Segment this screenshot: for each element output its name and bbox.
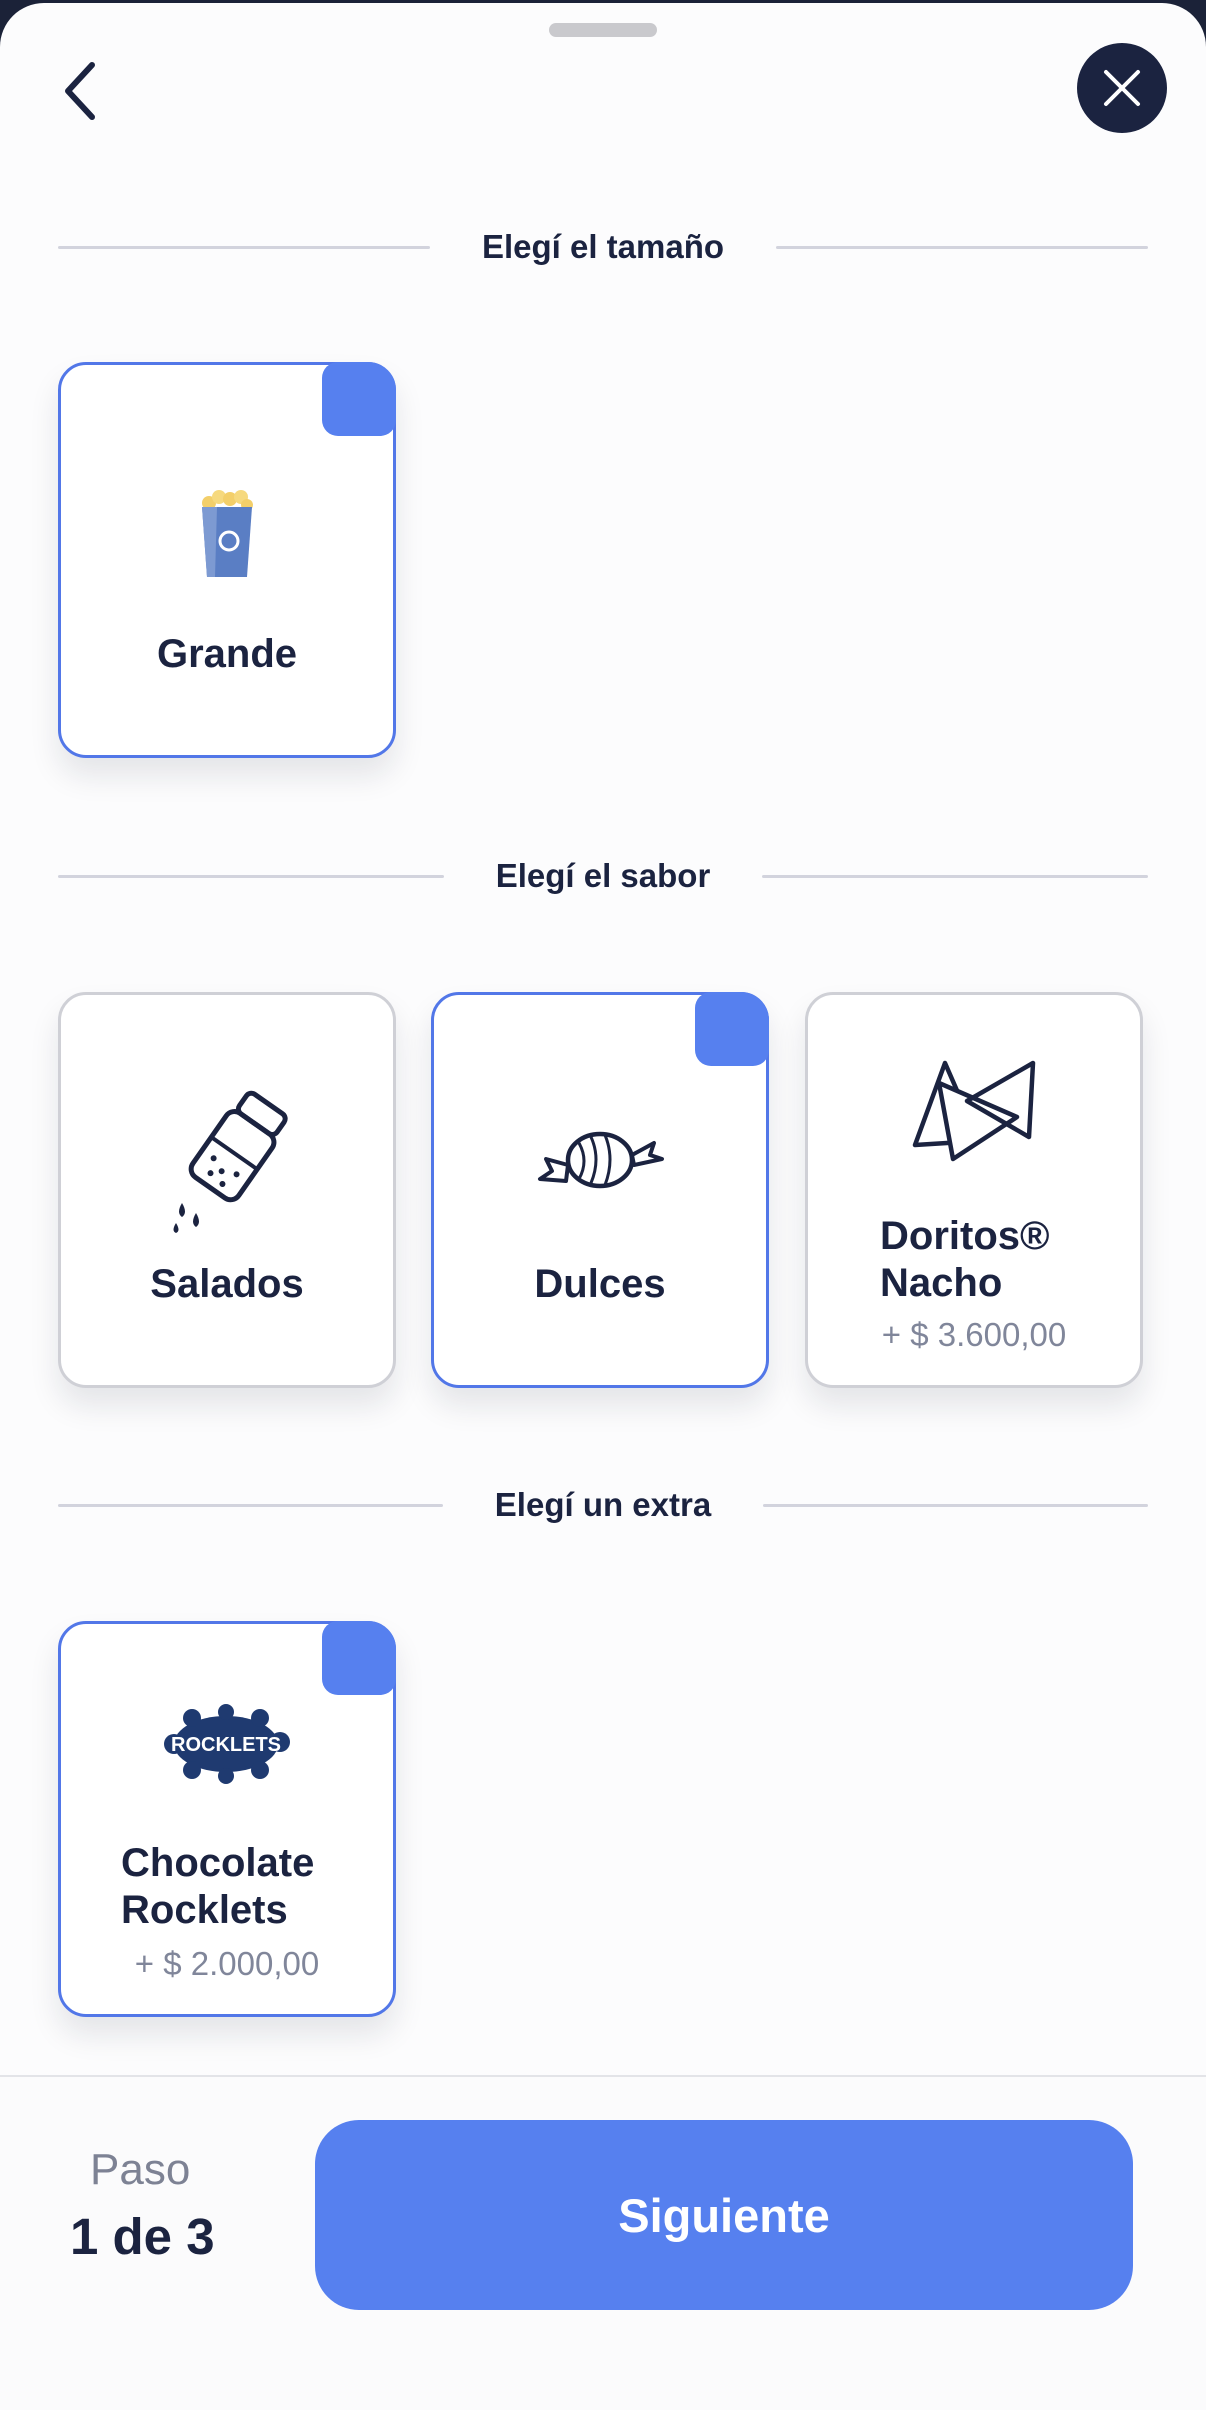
option-label: Doritos® Nacho [880, 1214, 1050, 1305]
rocklets-logo-text: ROCKLETS [171, 1734, 281, 1756]
option-label: Salados [150, 1262, 304, 1306]
next-button[interactable]: Siguiente [315, 2120, 1133, 2310]
candy-icon [538, 1131, 664, 1189]
option-label: Dulces [534, 1262, 666, 1306]
size-section-title: Elegí el tamaño [481, 228, 725, 265]
extra-section-header: Elegí un extra [58, 1485, 1148, 1525]
flavor-section-header: Elegí el sabor [58, 856, 1148, 896]
selected-indicator [322, 1621, 396, 1695]
option-label: Grande [156, 632, 298, 676]
divider [58, 874, 444, 878]
flavor-option-salados[interactable]: Salados [58, 992, 396, 1388]
extra-section-title: Elegí un extra [494, 1486, 712, 1523]
rocklets-logo: ROCKLETS [164, 1704, 290, 1784]
option-price: + $ 3.600,00 [881, 1316, 1067, 1353]
back-button[interactable] [50, 55, 110, 127]
step-label: Paso [90, 2145, 191, 2194]
divider [58, 1503, 443, 1507]
option-price: + $ 2.000,00 [134, 1945, 320, 1982]
divider [776, 245, 1149, 249]
popcorn-bag-icon [202, 490, 253, 577]
bottom-sheet: Elegí el tamaño Grande Elegí el sabor Sa… [0, 3, 1206, 2410]
option-label: Chocolate Rocklets [121, 1841, 315, 1932]
chevron-left-icon [65, 62, 95, 120]
divider [762, 874, 1148, 878]
flavor-section-title: Elegí el sabor [495, 857, 711, 894]
salt-shaker-icon [173, 1090, 288, 1233]
divider [763, 1503, 1148, 1507]
sheet-grabber[interactable] [549, 23, 657, 37]
close-button[interactable] [1077, 43, 1167, 133]
footer-bar: Paso 1 de 3 Siguiente [0, 2075, 1206, 2410]
divider [58, 245, 430, 249]
size-section-header: Elegí el tamaño [58, 227, 1149, 267]
close-icon [1104, 70, 1140, 106]
flavor-option-doritos-nacho[interactable]: Doritos® Nacho + $ 3.600,00 [805, 992, 1143, 1388]
nacho-chips-icon [912, 1060, 1036, 1162]
step-value: 1 de 3 [70, 2208, 215, 2265]
flavor-option-dulces[interactable]: Dulces [431, 992, 769, 1388]
size-option-grande[interactable]: Grande [58, 362, 396, 758]
selected-indicator [695, 992, 769, 1066]
extra-option-rocklets[interactable]: ROCKLETS Chocolate Rocklets + $ 2.000,00 [58, 1621, 396, 2017]
selected-indicator [322, 362, 396, 436]
